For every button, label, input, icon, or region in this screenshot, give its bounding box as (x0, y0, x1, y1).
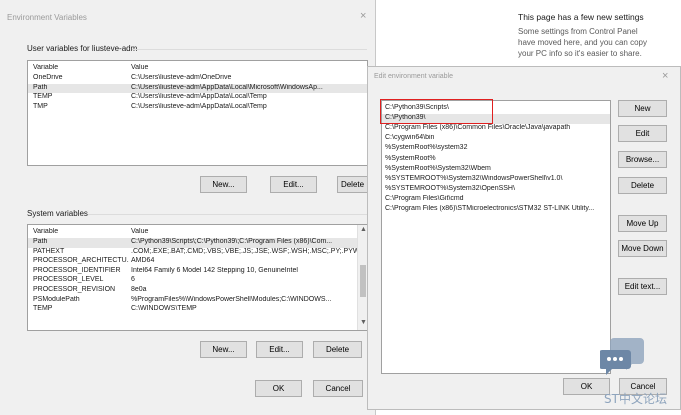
table-row[interactable]: Path C:\Python39\Scripts\;C:\Python39\;C:… (28, 238, 367, 248)
table-row[interactable]: PROCESSOR_ARCHITECTU... AMD64 (28, 257, 367, 267)
table-row[interactable]: Path C:\Users\liusteve-adm\AppData\Local\… (28, 83, 367, 94)
ok-button[interactable]: OK (255, 380, 302, 397)
list-header: Variable Value (28, 228, 367, 238)
path-entry[interactable]: %SystemRoot%\system32 (382, 144, 610, 154)
dialog-title: Environment Variables (7, 13, 87, 22)
settings-line-1: Some settings from Control Panel (518, 27, 638, 36)
close-icon[interactable]: × (662, 70, 668, 82)
variable-name: PSModulePath (33, 295, 80, 303)
column-value[interactable]: Value (131, 228, 365, 235)
chat-bubble-icon (599, 336, 644, 380)
variable-value: C:\Users\liusteve-adm\AppData\Local\Temp (131, 102, 267, 110)
move-down-button[interactable]: Move Down (618, 240, 667, 257)
variable-name: TEMP (33, 305, 53, 313)
table-row[interactable]: PROCESSOR_LEVEL 6 (28, 276, 367, 286)
edit-button[interactable]: Edit (618, 125, 667, 142)
variable-value: C:\Python39\Scripts\;C:\Python39\;C:\Pro… (131, 238, 333, 245)
system-edit-button[interactable]: Edit... (256, 341, 303, 358)
system-delete-button[interactable]: Delete (313, 341, 362, 358)
move-up-button[interactable]: Move Up (618, 215, 667, 232)
path-entry[interactable]: C:\Program Files (x86)\Common Files\Orac… (382, 124, 610, 134)
browse-button[interactable]: Browse... (618, 151, 667, 168)
variable-name: TMP (33, 102, 48, 110)
path-list[interactable]: C:\Python39\Scripts\ C:\Python39\ C:\Progr… (381, 100, 611, 374)
variable-value: C:\Users\liusteve-adm\AppData\Local\Temp (131, 93, 267, 101)
path-entry[interactable]: %SYSTEMROOT%\System32\WindowsPowerShell\… (382, 175, 610, 185)
path-entry[interactable]: %SystemRoot% (382, 155, 610, 165)
scrollbar[interactable]: ▲ ▼ (357, 225, 367, 330)
table-row[interactable]: PSModulePath %ProgramFiles%\WindowsPowerS… (28, 296, 367, 306)
user-edit-button[interactable]: Edit... (270, 176, 317, 193)
variable-value: 6 (131, 276, 135, 284)
system-variables-list[interactable]: Variable Value Path C:\Python39\Scripts\;… (27, 224, 368, 331)
column-variable[interactable]: Variable (33, 228, 129, 235)
scroll-up-icon[interactable]: ▲ (360, 226, 367, 233)
path-entry[interactable]: %SYSTEMROOT%\System32\OpenSSH\ (382, 185, 610, 195)
variable-name: PROCESSOR_IDENTIFIER (33, 266, 121, 274)
column-variable[interactable]: Variable (33, 64, 129, 71)
variable-value: %ProgramFiles%\WindowsPowerShell\Modules… (131, 295, 332, 303)
system-variables-label: System variables (27, 209, 88, 218)
variable-name: PROCESSOR_ARCHITECTU... (33, 257, 129, 265)
variable-value: C:\Users\liusteve-adm\OneDrive (131, 74, 232, 81)
user-variables-label: User variables for liusteve-adm (27, 44, 138, 53)
path-entry[interactable]: C:\Program Files\Git\cmd (382, 195, 610, 205)
variable-name: PATHEXT (33, 247, 65, 255)
scroll-down-icon[interactable]: ▼ (360, 319, 367, 326)
highlight-annotation (380, 99, 493, 124)
watermark-text: ST中文论坛 (604, 392, 667, 406)
user-delete-button[interactable]: Delete (337, 176, 368, 193)
group-divider (88, 214, 367, 215)
path-entry[interactable]: %SystemRoot%\System32\Wbem (382, 165, 610, 175)
scrollbar-thumb[interactable] (360, 265, 366, 297)
settings-heading: This page has a few new settings (518, 12, 644, 22)
settings-line-3: your PC info so it's easier to share. (518, 49, 642, 58)
table-row[interactable]: PROCESSOR_REVISION 8e0a (28, 286, 367, 296)
edit-text-button[interactable]: Edit text... (618, 278, 667, 295)
environment-variables-dialog: Environment Variables × User variables f… (0, 0, 376, 415)
variable-value: 8e0a (131, 286, 147, 293)
list-header: Variable Value (28, 64, 367, 74)
variable-name: PROCESSOR_LEVEL (33, 276, 104, 284)
settings-info-panel: This page has a few new settings Some se… (518, 12, 678, 58)
delete-button[interactable]: Delete (618, 177, 667, 194)
variable-name: OneDrive (33, 74, 63, 81)
settings-line-2: have moved here, and you can copy (518, 38, 647, 47)
path-entry[interactable]: C:\cygwin64\bin (382, 134, 610, 144)
new-button[interactable]: New (618, 100, 667, 117)
ok-button[interactable]: OK (563, 378, 610, 395)
user-variables-list[interactable]: Variable Value OneDrive C:\Users\liusteve… (27, 60, 368, 166)
variable-value: C:\WINDOWS\TEMP (131, 305, 197, 313)
table-row[interactable]: TEMP C:\WINDOWS\TEMP (28, 305, 367, 315)
table-row[interactable]: PROCESSOR_IDENTIFIER Intel64 Family 6 Mod… (28, 267, 367, 277)
table-row[interactable]: OneDrive C:\Users\liusteve-adm\OneDrive (28, 74, 367, 84)
variable-name: Path (33, 83, 48, 91)
table-row[interactable]: PATHEXT .COM;.EXE;.BAT;.CMD;.VBS;.VBE;.JS… (28, 248, 367, 258)
path-entry[interactable]: C:\Program Files (x86)\STMicroelectronic… (382, 205, 610, 215)
variable-name: Path (33, 238, 48, 245)
dialog-title: Edit environment variable (374, 73, 453, 80)
variable-name: TEMP (33, 93, 53, 101)
variable-name: PROCESSOR_REVISION (33, 286, 116, 293)
cancel-button[interactable]: Cancel (313, 380, 363, 397)
table-row[interactable]: TEMP C:\Users\liusteve-adm\AppData\Local\… (28, 93, 367, 103)
system-new-button[interactable]: New... (200, 341, 247, 358)
column-value[interactable]: Value (131, 64, 365, 71)
user-new-button[interactable]: New... (200, 176, 247, 193)
variable-value: C:\Users\liusteve-adm\AppData\Local\Micr… (131, 83, 323, 91)
close-icon[interactable]: × (360, 10, 366, 22)
group-divider (132, 49, 367, 50)
variable-value: AMD64 (131, 257, 155, 265)
table-row[interactable]: TMP C:\Users\liusteve-adm\AppData\Local\T… (28, 103, 367, 113)
variable-value: Intel64 Family 6 Model 142 Stepping 10, … (131, 266, 298, 274)
variable-value: .COM;.EXE;.BAT;.CMD;.VBS;.VBE;.JS;.JSE;.… (131, 247, 360, 255)
